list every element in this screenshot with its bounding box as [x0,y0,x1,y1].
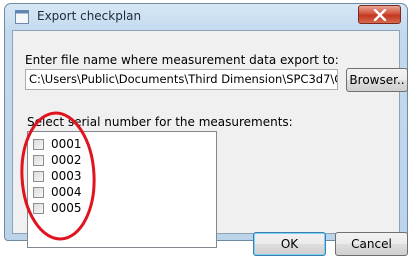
serial-number-list[interactable]: 0001 0002 0003 0004 0005 [27,131,217,248]
serial-label: 0001 [51,137,82,151]
ok-button[interactable]: OK [253,232,326,256]
serial-label: 0002 [51,153,82,167]
serial-label: 0004 [51,185,82,199]
serial-checkbox[interactable] [33,171,44,182]
dialog-app-icon [15,10,29,24]
close-button[interactable] [358,5,401,24]
serial-checkbox[interactable] [33,139,44,150]
dialog-body: Enter file name where measurement data e… [12,30,408,256]
window-title: Export checkplan [37,9,142,23]
serial-checkbox[interactable] [33,155,44,166]
serial-checkbox[interactable] [33,187,44,198]
serial-label: 0003 [51,169,82,183]
serial-label: 0005 [51,201,82,215]
file-path-input[interactable]: C:\Users\Public\Documents\Third Dimensio… [25,69,338,90]
title-bar[interactable]: Export checkplan [5,4,407,29]
serial-checkbox[interactable] [33,203,44,214]
export-checkplan-dialog: Export checkplan Enter file name where m… [4,3,408,256]
close-icon [373,9,387,21]
cancel-button[interactable]: Cancel [335,232,408,256]
file-name-label: Enter file name where measurement data e… [25,53,339,67]
serial-number-label: Select serial number for the measurement… [27,115,293,129]
browse-button[interactable]: Browser.. [346,68,408,92]
